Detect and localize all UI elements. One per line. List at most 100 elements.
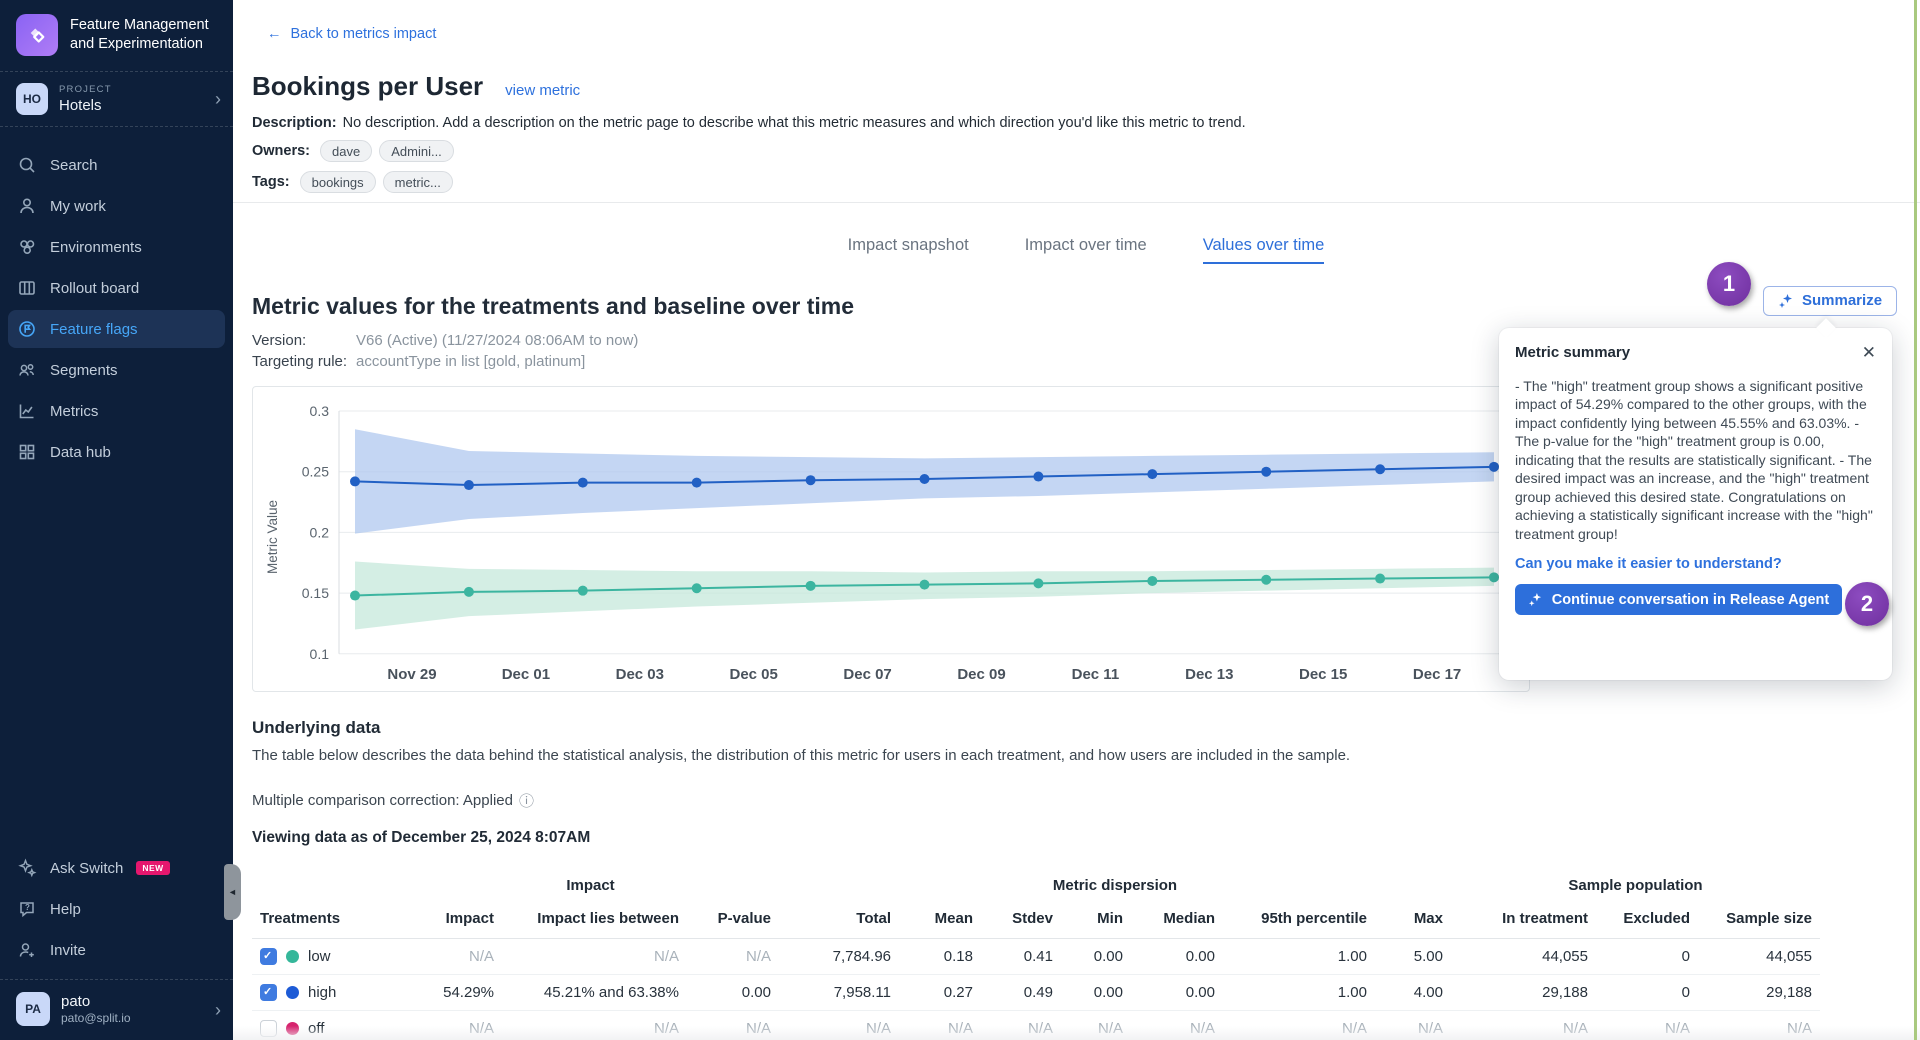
data-point-low[interactable] bbox=[1261, 575, 1271, 585]
sidebar-item-environments[interactable]: Environments bbox=[8, 228, 225, 266]
data-point-low[interactable] bbox=[1375, 574, 1385, 584]
chart-line-icon bbox=[17, 401, 37, 421]
cell-median: 0.00 bbox=[1131, 975, 1223, 1011]
popup-title: Metric summary bbox=[1515, 344, 1630, 361]
description-text: No description. Add a description on the… bbox=[343, 115, 1246, 131]
version-label: Version: bbox=[252, 332, 356, 349]
data-point-low[interactable] bbox=[1033, 578, 1043, 588]
cell-min: 0.00 bbox=[1061, 975, 1131, 1011]
sidebar-item-search[interactable]: Search bbox=[8, 146, 225, 184]
tab-values-over-time[interactable]: Values over time bbox=[1203, 236, 1325, 264]
data-point-high[interactable] bbox=[1489, 462, 1499, 472]
tags-label: Tags: bbox=[252, 174, 290, 190]
data-point-high[interactable] bbox=[920, 474, 930, 484]
cell-max: 5.00 bbox=[1375, 939, 1451, 975]
sidebar-item-label: Metrics bbox=[50, 403, 98, 420]
user-menu[interactable]: PA pato pato@split.io › bbox=[0, 979, 233, 1040]
data-point-high[interactable] bbox=[350, 476, 360, 486]
cell-95th-percentile: 1.00 bbox=[1223, 939, 1375, 975]
data-point-low[interactable] bbox=[1147, 576, 1157, 586]
tag-chip[interactable]: metric... bbox=[383, 171, 453, 193]
data-point-low[interactable] bbox=[920, 580, 930, 590]
description-row: Description: No description. Add a descri… bbox=[252, 115, 1920, 131]
treatment-checkbox-low[interactable] bbox=[260, 948, 277, 965]
column-header-impact-lies-between: Impact lies between bbox=[502, 906, 687, 939]
sidebar-collapse-handle[interactable]: ◄ bbox=[224, 864, 241, 920]
x-tick-label: Dec 17 bbox=[1413, 666, 1461, 683]
data-point-low[interactable] bbox=[578, 586, 588, 596]
column-header-p-value: P-value bbox=[687, 906, 779, 939]
data-point-high[interactable] bbox=[692, 478, 702, 488]
sidebar-item-my-work[interactable]: My work bbox=[8, 187, 225, 225]
sidebar-item-data-hub[interactable]: Data hub bbox=[8, 433, 225, 471]
data-point-high[interactable] bbox=[1261, 467, 1271, 477]
cell-p-value: N/A bbox=[687, 1011, 779, 1040]
cell-stdev: N/A bbox=[981, 1011, 1061, 1040]
sidebar-item-feature-flags[interactable]: Feature flags bbox=[8, 310, 225, 348]
x-tick-label: Dec 13 bbox=[1185, 666, 1233, 683]
treatment-checkbox-high[interactable] bbox=[260, 984, 277, 1001]
project-badge: HO bbox=[16, 83, 48, 115]
sidebar-item-rollout-board[interactable]: Rollout board bbox=[8, 269, 225, 307]
x-tick-label: Dec 03 bbox=[616, 666, 664, 683]
page-title: Bookings per User bbox=[252, 71, 483, 102]
data-point-high[interactable] bbox=[464, 480, 474, 490]
data-point-high[interactable] bbox=[1375, 464, 1385, 474]
owner-chip[interactable]: dave bbox=[320, 140, 372, 162]
x-tick-label: Dec 11 bbox=[1072, 666, 1120, 683]
y-axis-title: Metric Value bbox=[265, 500, 280, 574]
close-icon[interactable]: ✕ bbox=[1862, 344, 1876, 361]
data-point-high[interactable] bbox=[1147, 469, 1157, 479]
cell-total: 7,784.96 bbox=[779, 939, 899, 975]
cell-total: 7,958.11 bbox=[779, 975, 899, 1011]
continue-in-release-agent-button[interactable]: Continue conversation in Release Agent bbox=[1515, 584, 1842, 615]
data-point-high[interactable] bbox=[806, 475, 816, 485]
owners-label: Owners: bbox=[252, 143, 310, 159]
screenshot-edge-line bbox=[1914, 0, 1917, 1040]
data-point-low[interactable] bbox=[350, 591, 360, 601]
sidebar-item-ask-switch[interactable]: Ask Switch NEW bbox=[8, 849, 225, 887]
sidebar-item-help[interactable]: ? Help bbox=[8, 890, 225, 928]
cell-median: N/A bbox=[1131, 1011, 1223, 1040]
table-row-high: high54.29%45.21% and 63.38%0.007,958.110… bbox=[252, 975, 1820, 1011]
split-logo-icon bbox=[16, 14, 58, 56]
view-metric-link[interactable]: view metric bbox=[505, 82, 580, 99]
cell-in-treatment: 44,055 bbox=[1451, 939, 1596, 975]
y-tick-label: 0.2 bbox=[310, 524, 330, 540]
easier-to-understand-link[interactable]: Can you make it easier to understand? bbox=[1515, 556, 1876, 572]
search-icon bbox=[17, 155, 37, 175]
data-point-high[interactable] bbox=[1033, 472, 1043, 482]
info-icon[interactable]: ⓘ bbox=[519, 790, 534, 811]
column-header-max: Max bbox=[1375, 906, 1451, 939]
data-point-low[interactable] bbox=[806, 581, 816, 591]
tag-chip[interactable]: bookings bbox=[300, 171, 376, 193]
cell-p-value: N/A bbox=[687, 939, 779, 975]
data-point-high[interactable] bbox=[578, 478, 588, 488]
tab-impact-snapshot[interactable]: Impact snapshot bbox=[848, 236, 969, 264]
correction-row: Multiple comparison correction: Applied … bbox=[252, 790, 1920, 811]
data-point-low[interactable] bbox=[692, 583, 702, 593]
sidebar-item-invite[interactable]: Invite bbox=[8, 931, 225, 969]
treatment-checkbox-off[interactable] bbox=[260, 1020, 277, 1037]
version-value: V66 (Active) (11/27/2024 08:06AM to now) bbox=[356, 332, 638, 349]
data-point-low[interactable] bbox=[1489, 572, 1499, 582]
sidebar-item-segments[interactable]: Segments bbox=[8, 351, 225, 389]
summarize-button[interactable]: Summarize bbox=[1763, 286, 1897, 316]
table-row-off: offN/AN/AN/AN/AN/AN/AN/AN/AN/AN/AN/AN/AN… bbox=[252, 1011, 1820, 1040]
owner-chip[interactable]: Admini... bbox=[379, 140, 454, 162]
sidebar-nav: Search My work Environments Rollout boar… bbox=[0, 127, 233, 471]
annotation-badge-2: 2 bbox=[1845, 582, 1889, 626]
group-header-population: Sample population bbox=[1451, 877, 1820, 906]
project-name: Hotels bbox=[59, 97, 112, 114]
column-header-excluded: Excluded bbox=[1596, 906, 1698, 939]
description-label: Description: bbox=[252, 115, 337, 131]
back-link[interactable]: ← Back to metrics impact bbox=[267, 26, 436, 42]
project-selector[interactable]: HO PROJECT Hotels › bbox=[0, 72, 233, 127]
tab-impact-over-time[interactable]: Impact over time bbox=[1025, 236, 1147, 264]
sidebar-item-label: Ask Switch bbox=[50, 860, 123, 877]
cell-stdev: 0.41 bbox=[981, 939, 1061, 975]
sidebar-item-metrics[interactable]: Metrics bbox=[8, 392, 225, 430]
data-point-low[interactable] bbox=[464, 587, 474, 597]
board-columns-icon bbox=[17, 278, 37, 298]
treatment-color-dot bbox=[286, 950, 299, 963]
